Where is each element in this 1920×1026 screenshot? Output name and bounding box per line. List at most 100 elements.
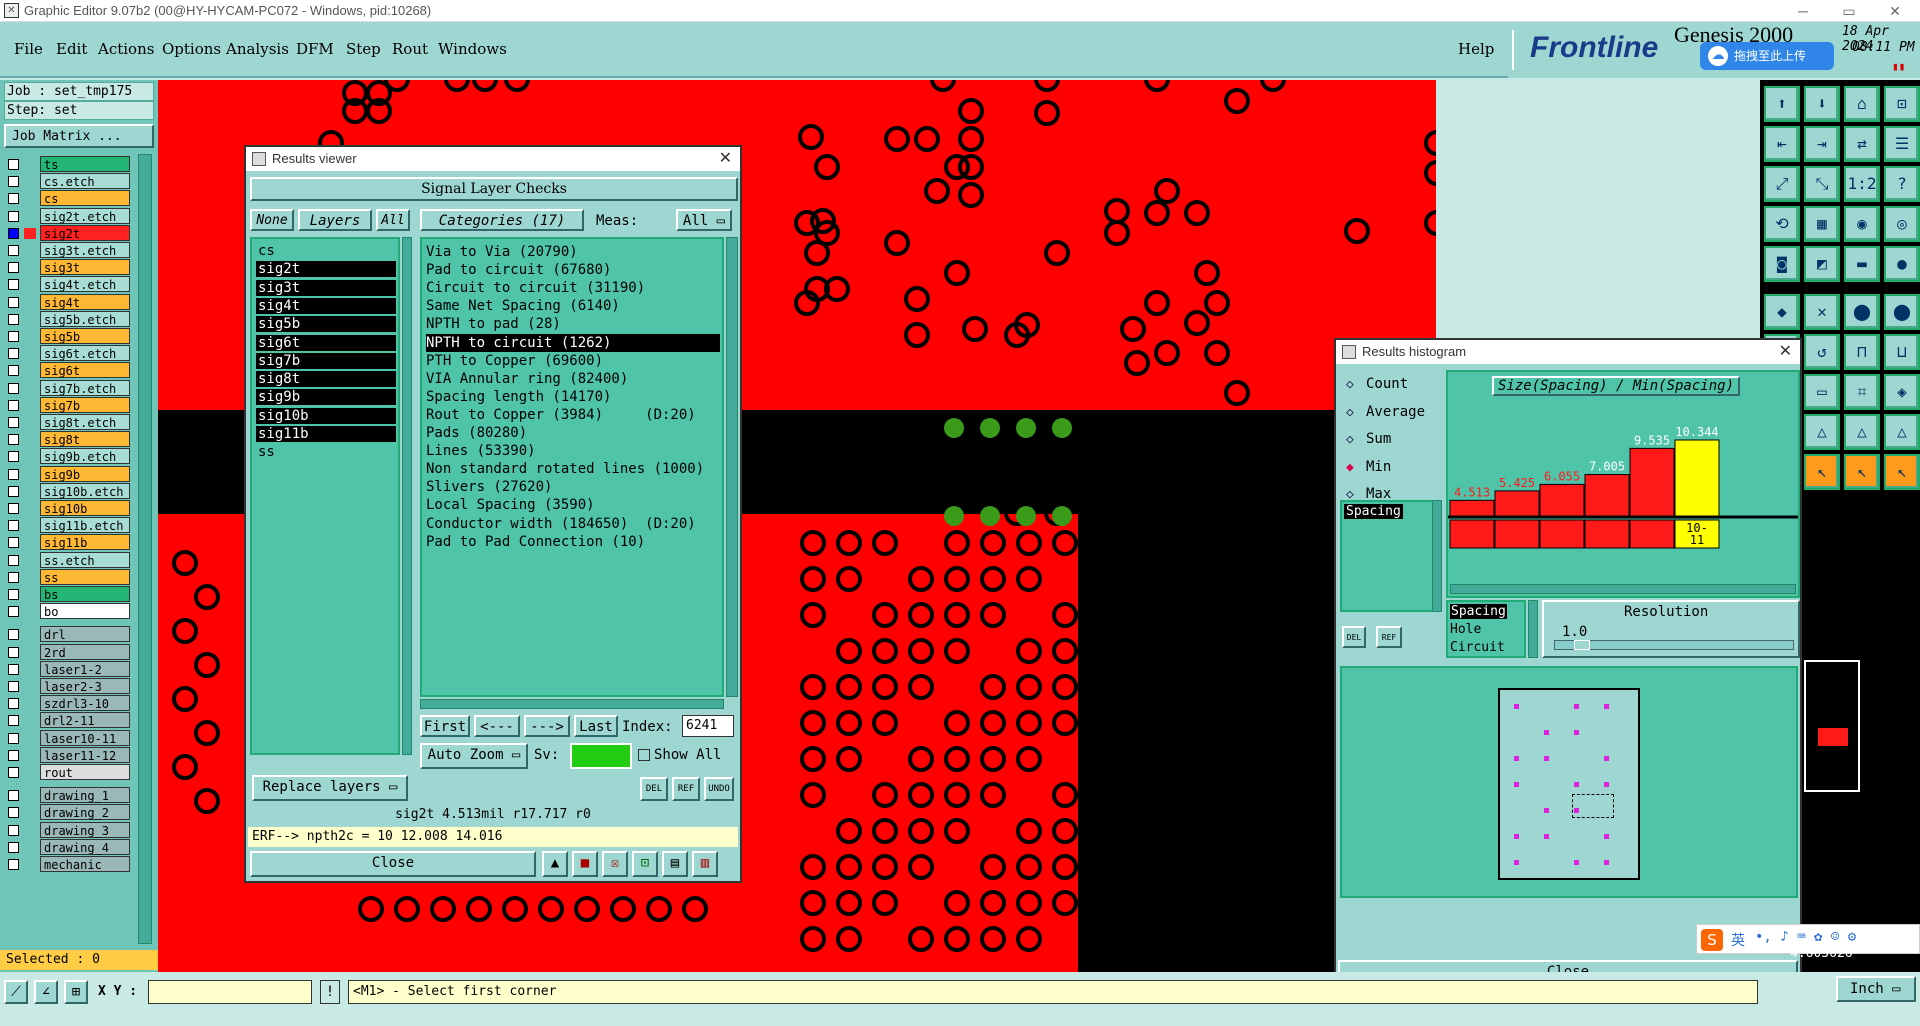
- layer-name[interactable]: sig9b: [40, 465, 130, 482]
- report-icon[interactable]: ▤: [662, 851, 688, 877]
- result-layer-item[interactable]: ss: [256, 444, 396, 460]
- del-button[interactable]: DEL: [640, 777, 668, 801]
- tool-button-4[interactable]: ⊡: [1884, 86, 1920, 122]
- layer-checkbox[interactable]: [8, 629, 19, 641]
- layer-checkbox[interactable]: [8, 571, 19, 583]
- prev-button[interactable]: <---: [474, 715, 520, 737]
- categories-button[interactable]: Categories (17): [420, 209, 584, 231]
- tool-button-31[interactable]: ⌗: [1844, 374, 1880, 410]
- layer-row[interactable]: ss: [6, 568, 152, 586]
- histogram-bar[interactable]: [1539, 483, 1585, 517]
- layer-row[interactable]: ss.etch: [6, 551, 152, 569]
- tool-button-23[interactable]: ⬤: [1844, 294, 1880, 330]
- layer-name[interactable]: mechanic: [40, 856, 130, 872]
- layer-row[interactable]: sig3t.etch: [6, 242, 152, 259]
- layer-checkbox[interactable]: [8, 537, 19, 549]
- xy-input[interactable]: [148, 980, 312, 1004]
- layer-name[interactable]: laser2-3: [40, 678, 130, 694]
- layer-row[interactable]: 2rd: [6, 643, 152, 661]
- tool-button-1[interactable]: ⬆: [1764, 86, 1800, 122]
- tool-button-11[interactable]: 1:2: [1844, 166, 1880, 202]
- layer-row[interactable]: sig11b.etch: [6, 517, 152, 534]
- layer-checkbox[interactable]: [8, 646, 19, 658]
- layer-row[interactable]: drawing_1: [6, 787, 152, 804]
- layer-checkbox[interactable]: [8, 193, 19, 205]
- result-layer-item[interactable]: sig8t: [256, 371, 396, 388]
- tool-button-2[interactable]: ⬇: [1804, 86, 1840, 122]
- tool-button-13[interactable]: ⟲: [1764, 206, 1800, 242]
- layer-row[interactable]: bo: [6, 603, 152, 620]
- layer-name[interactable]: bs: [40, 586, 130, 602]
- result-layer-item[interactable]: sig2t: [256, 261, 396, 278]
- category-item[interactable]: Slivers (27620): [426, 478, 552, 496]
- layer-row[interactable]: sig2t.etch: [6, 207, 152, 225]
- ref-button[interactable]: REF: [672, 777, 700, 801]
- layer-checkbox[interactable]: [8, 176, 19, 188]
- category-hscrollbar[interactable]: [420, 699, 724, 709]
- layer-row[interactable]: laser1-2: [6, 660, 152, 678]
- radio-diamond-icon[interactable]: ◇: [1346, 405, 1354, 420]
- layer-row[interactable]: sig6t.etch: [6, 345, 152, 362]
- hist-del-button[interactable]: DEL: [1342, 626, 1366, 648]
- layer-checkbox[interactable]: [8, 313, 19, 325]
- info-icon[interactable]: !: [320, 980, 340, 1004]
- layer-name[interactable]: sig4t.etch: [40, 276, 130, 293]
- layer-checkbox[interactable]: [8, 790, 19, 802]
- layer-checkbox[interactable]: [8, 262, 19, 274]
- layer-name[interactable]: sig10b: [40, 500, 130, 516]
- result-layer-item[interactable]: sig5b: [256, 316, 396, 333]
- result-layer-list[interactable]: cs sig2t sig3t sig4t sig5b sig6t sig7b sig8t sig…: [250, 237, 400, 755]
- layer-list-scrollbar[interactable]: [138, 154, 152, 944]
- attr-spacing[interactable]: Spacing: [1450, 604, 1507, 619]
- layer-name[interactable]: laser1-2: [40, 660, 130, 677]
- tool-button-40[interactable]: ↖: [1884, 454, 1920, 490]
- tool-button-30[interactable]: ▭: [1804, 374, 1840, 410]
- category-item[interactable]: Circuit to circuit (31190): [426, 279, 645, 297]
- layer-row[interactable]: szdrl3-10: [6, 695, 152, 712]
- grid-icon[interactable]: ⊞: [64, 980, 88, 1004]
- layer-checkbox[interactable]: [8, 589, 19, 600]
- layer-name[interactable]: drawing_3: [40, 821, 130, 838]
- radio-diamond-icon[interactable]: ◇: [1346, 432, 1354, 447]
- layer-row[interactable]: sig4t.etch: [6, 276, 152, 293]
- layer-name[interactable]: 2rd: [40, 643, 130, 660]
- layer-checkbox[interactable]: [8, 279, 19, 291]
- tool-button-18[interactable]: ◩: [1804, 246, 1840, 282]
- result-layer-item[interactable]: sig11b: [256, 426, 396, 442]
- tool-button-21[interactable]: ◆: [1764, 294, 1800, 330]
- category-item[interactable]: Lines (53390): [426, 442, 536, 460]
- layer-checkbox[interactable]: [8, 554, 19, 566]
- tool-button-9[interactable]: ⤢: [1764, 166, 1800, 202]
- layer-checkbox[interactable]: [8, 210, 19, 222]
- close-icon[interactable]: ✕: [719, 147, 732, 171]
- layer-name[interactable]: cs.etch: [40, 173, 130, 190]
- layer-name[interactable]: sig8t: [40, 431, 130, 448]
- layer-name[interactable]: sig9b.etch: [40, 448, 130, 465]
- histogram-bar[interactable]: [1674, 439, 1720, 517]
- tool-button-12[interactable]: ?: [1884, 166, 1920, 202]
- layer-checkbox[interactable]: [8, 227, 19, 239]
- unit-select[interactable]: Inch ▭: [1836, 976, 1916, 1002]
- none-button[interactable]: None: [250, 209, 294, 231]
- all-button[interactable]: All: [376, 209, 410, 231]
- tool-button-10[interactable]: ⤡: [1804, 166, 1840, 202]
- attr-hole[interactable]: Hole: [1450, 622, 1481, 637]
- chart-hscrollbar[interactable]: [1450, 584, 1796, 594]
- layer-name[interactable]: bo: [40, 603, 130, 620]
- layer-row[interactable]: sig8t.etch: [6, 414, 152, 431]
- option-sum[interactable]: ◇ Sum: [1344, 429, 1440, 451]
- layer-checkbox[interactable]: [8, 715, 19, 727]
- tool-button-24[interactable]: ⬤: [1884, 294, 1920, 330]
- layer-row[interactable]: sig7b.etch: [6, 379, 152, 397]
- layer-name[interactable]: drawing_1: [40, 787, 130, 804]
- cloud-upload-button[interactable]: ☁ 拖拽至此上传: [1700, 42, 1834, 70]
- layer-row[interactable]: sig3t: [6, 259, 152, 276]
- attr-list[interactable]: Spacing: [1340, 500, 1434, 612]
- layer-name[interactable]: ss: [40, 568, 130, 585]
- layer-row[interactable]: sig11b: [6, 534, 152, 551]
- layer-row[interactable]: sig4t: [6, 293, 152, 311]
- tool-button-22[interactable]: ✕: [1804, 294, 1840, 330]
- category-item[interactable]: Pad to circuit (67680): [426, 261, 611, 279]
- layer-name[interactable]: sig6t: [40, 362, 130, 379]
- next-button[interactable]: --->: [524, 715, 570, 737]
